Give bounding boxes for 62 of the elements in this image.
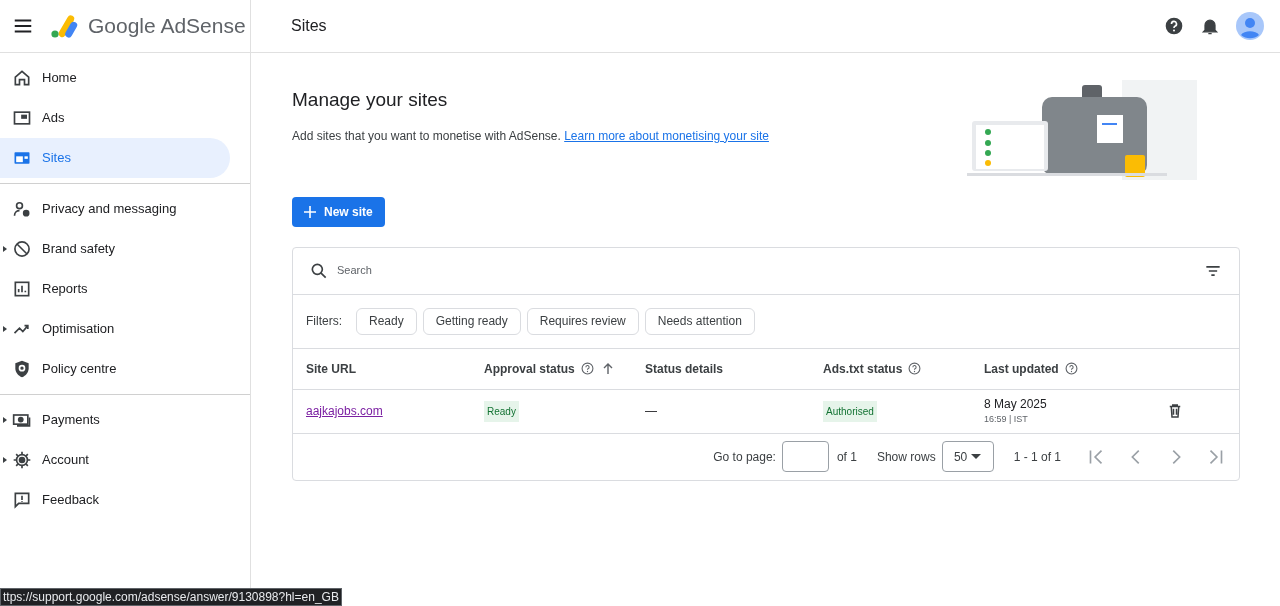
search-field[interactable]: Search: [337, 262, 1203, 279]
learn-more-link[interactable]: Learn more about monetising your site: [564, 128, 769, 143]
caret-icon[interactable]: [3, 457, 7, 463]
filter-chip[interactable]: Getting ready: [422, 307, 521, 335]
nav-icon: [12, 359, 32, 379]
page-field[interactable]: [781, 441, 829, 472]
nav-icon: [12, 199, 32, 219]
description: Add sites that you want to monetise with AdSense. Learn more about monetising your site: [292, 127, 769, 145]
caret-icon[interactable]: [3, 417, 7, 423]
site-link[interactable]: aajkajobs.com: [306, 402, 383, 420]
page-heading: Manage your sites: [292, 88, 449, 112]
sidebar-item[interactable]: Account: [0, 440, 230, 480]
column-header[interactable]: Ads.txt status: [823, 359, 903, 378]
sidebar-item[interactable]: Optimisation: [0, 309, 230, 349]
filter-chip[interactable]: Ready: [356, 307, 417, 335]
sidebar-item[interactable]: Payments: [0, 400, 230, 440]
filters-label: Filters:: [306, 313, 342, 330]
plus-icon: [304, 205, 316, 218]
product-name: Google AdSense: [88, 13, 246, 40]
range-text: 1 - 1 of 1: [1013, 448, 1061, 466]
avatar-icon[interactable]: [1236, 12, 1264, 40]
nav-icon: [12, 279, 32, 299]
sidebar-item[interactable]: Feedback: [0, 480, 230, 520]
nav-icon: [12, 490, 32, 510]
column-header[interactable]: Site URL: [306, 359, 356, 378]
caret-icon[interactable]: [3, 246, 7, 252]
sidebar-item[interactable]: Home: [0, 58, 230, 98]
sidebar-item[interactable]: Privacy and messaging: [0, 189, 230, 229]
nav-icon: [12, 450, 32, 470]
table-cell-text: —: [645, 403, 658, 420]
nav-icon: [12, 239, 32, 259]
time-text: 16:59 | IST: [984, 413, 1029, 427]
help-icon[interactable]: [580, 362, 594, 375]
sidebar-item[interactable]: Ads: [0, 98, 230, 138]
help-icon[interactable]: [908, 362, 922, 375]
page-count: of 1: [836, 448, 857, 466]
logo-icon: [50, 13, 80, 39]
sidebar-item[interactable]: Policy centre: [0, 349, 230, 389]
status-badge: Authorised: [823, 400, 877, 422]
sidebar-item[interactable]: Brand safety: [0, 229, 230, 269]
status-bar-url: ttps://support.google.com/adsense/answer/9130898?hl=en_GB: [0, 588, 342, 606]
filter-chip[interactable]: Needs attention: [644, 307, 755, 335]
help-icon[interactable]: [1164, 16, 1184, 36]
status-badge: Ready: [484, 400, 519, 422]
filter-chip[interactable]: Requires review: [526, 307, 639, 335]
go-to-label: Go to page:: [713, 448, 776, 466]
column-header[interactable]: Last updated: [984, 359, 1059, 378]
help-icon[interactable]: [1064, 362, 1078, 375]
column-header[interactable]: Approval status: [484, 359, 575, 378]
nav-icon: [12, 68, 32, 88]
sidebar-item[interactable]: Reports: [0, 269, 230, 309]
dropdown-caret-icon: [971, 453, 982, 460]
sort-arrow-icon[interactable]: [601, 362, 614, 375]
sidebar-item[interactable]: Sites: [0, 138, 230, 178]
show-rows-label: Show rows: [876, 448, 936, 466]
column-header[interactable]: Status details: [645, 359, 724, 378]
date-text: 8 May 2025: [984, 396, 1048, 414]
new-site-button[interactable]: New site: [292, 196, 385, 227]
caret-icon[interactable]: [3, 326, 7, 332]
page-title: Sites: [291, 16, 327, 36]
nav-icon: [12, 108, 32, 128]
rows-dropdown[interactable]: 50: [941, 441, 994, 472]
